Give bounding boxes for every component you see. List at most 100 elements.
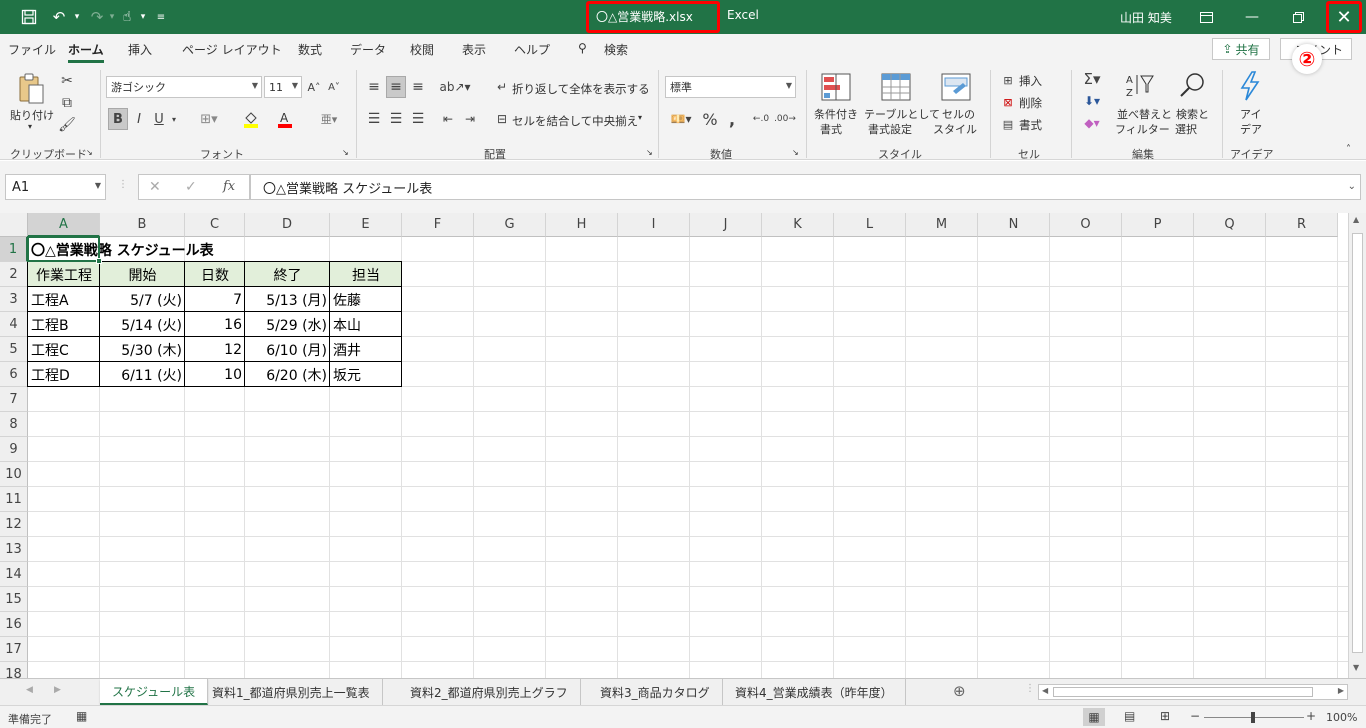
fill-icon[interactable]: ⬇▾ (1080, 92, 1104, 110)
underline-button[interactable]: U (150, 108, 168, 130)
prev-sheet-icon[interactable]: ◀ (26, 685, 33, 695)
tab-page-layout[interactable]: ページ レイアウト (182, 41, 282, 58)
row-header-7[interactable]: 7 (0, 387, 28, 412)
align-bottom-icon[interactable]: ≡ (408, 76, 428, 98)
page-layout-view-icon[interactable]: ▤ (1124, 709, 1135, 723)
column-header-n[interactable]: N (978, 213, 1050, 237)
macro-record-icon[interactable]: ▦ (76, 709, 87, 723)
scroll-down-icon[interactable]: ▼ (1353, 663, 1359, 672)
fill-handle[interactable] (96, 258, 102, 264)
search-label[interactable]: 検索 (604, 41, 628, 58)
restore-button[interactable] (1275, 0, 1321, 34)
number-launcher-icon[interactable]: ↘ (792, 148, 799, 157)
format-as-table-label-2[interactable]: 書式設定 (868, 121, 912, 137)
tab-help[interactable]: ヘルプ (514, 41, 550, 58)
column-header-g[interactable]: G (474, 213, 546, 237)
page-break-view-icon[interactable]: ⊞ (1160, 709, 1170, 723)
paste-dropdown-icon[interactable]: ▾ (28, 122, 32, 131)
increase-font-icon[interactable]: A˄ (306, 78, 322, 96)
fill-color-icon[interactable] (236, 108, 266, 130)
normal-view-icon[interactable]: ▦ (1083, 708, 1105, 726)
sheet-tab-ref2[interactable]: 資料2_都道府県別売上グラフ (398, 679, 581, 705)
conditional-format-icon[interactable] (820, 72, 852, 102)
tab-home[interactable]: ホーム (68, 41, 104, 63)
tab-file[interactable]: ファイル (8, 41, 56, 58)
decrease-font-icon[interactable]: A˅ (326, 78, 342, 96)
align-middle-icon[interactable]: ≡ (386, 76, 406, 98)
zoom-out-icon[interactable]: − (1190, 709, 1200, 723)
sheet-tab-schedule[interactable]: スケジュール表 (100, 679, 209, 705)
row-header-9[interactable]: 9 (0, 437, 28, 462)
clear-icon[interactable]: ◆▾ (1080, 114, 1104, 132)
save-icon[interactable] (14, 0, 44, 34)
enter-icon[interactable]: ✓ (185, 179, 197, 195)
bold-button[interactable]: B (108, 108, 128, 130)
font-size-combo[interactable]: 11 ▼ (264, 76, 302, 98)
sort-filter-label-1[interactable]: 並べ替えと (1117, 106, 1172, 122)
scroll-up-icon[interactable]: ▲ (1353, 215, 1359, 224)
paste-label[interactable]: 貼り付け (10, 107, 54, 123)
row-header-3[interactable]: 3 (0, 287, 28, 312)
row-header-13[interactable]: 13 (0, 537, 28, 562)
column-header-d[interactable]: D (245, 213, 330, 237)
align-left-icon[interactable]: ☰ (364, 108, 384, 130)
find-select-icon[interactable] (1176, 70, 1208, 100)
row-header-16[interactable]: 16 (0, 612, 28, 637)
clipboard-launcher-icon[interactable]: ↘ (86, 148, 93, 157)
search-icon[interactable]: ⚲ (578, 41, 587, 55)
row-header-10[interactable]: 10 (0, 462, 28, 487)
row-header-15[interactable]: 15 (0, 587, 28, 612)
vertical-scrollbar[interactable]: ▲ ▼ (1348, 213, 1366, 678)
ribbon-display-options-icon[interactable] (1183, 0, 1229, 34)
increase-indent-icon[interactable]: ⇥ (460, 108, 480, 130)
touch-mode-icon[interactable]: ☝ (116, 0, 138, 34)
next-sheet-icon[interactable]: ▶ (54, 685, 61, 695)
scroll-left-icon[interactable]: ◀ (1042, 686, 1048, 695)
ideas-label-1[interactable]: アイ (1240, 106, 1261, 122)
column-header-p[interactable]: P (1122, 213, 1194, 237)
column-header-r[interactable]: R (1266, 213, 1338, 237)
vertical-scroll-thumb[interactable] (1352, 233, 1363, 653)
select-all-corner[interactable] (0, 213, 28, 237)
touch-dropdown-icon[interactable]: ▾ (137, 0, 149, 34)
share-button[interactable]: ⇪ 共有 (1212, 38, 1270, 60)
insert-function-icon[interactable]: fx (223, 179, 235, 194)
delete-cells-icon[interactable]: ⊠ (1000, 94, 1016, 110)
format-painter-icon[interactable]: 🖌 (58, 116, 76, 134)
find-select-label-1[interactable]: 検索と (1176, 106, 1209, 122)
format-as-table-label-1[interactable]: テーブルとして (864, 106, 940, 122)
column-header-c[interactable]: C (185, 213, 245, 237)
column-header-i[interactable]: I (618, 213, 690, 237)
find-select-label-2[interactable]: 選択 (1175, 121, 1197, 137)
tab-view[interactable]: 表示 (462, 41, 486, 58)
ideas-label-2[interactable]: デア (1240, 121, 1262, 137)
tab-insert[interactable]: 挿入 (128, 41, 152, 58)
increase-decimal-icon[interactable]: ←.0 (750, 108, 772, 130)
phonetic-icon[interactable]: 亜▾ (314, 108, 344, 130)
ideas-icon[interactable] (1234, 70, 1266, 102)
format-as-table-icon[interactable] (880, 72, 912, 102)
align-right-icon[interactable]: ☰ (408, 108, 428, 130)
wrap-text-icon[interactable]: ↵ (494, 78, 510, 96)
zoom-slider-thumb[interactable] (1251, 712, 1255, 723)
column-header-m[interactable]: M (906, 213, 978, 237)
redo-icon[interactable]: ↷ (86, 0, 108, 34)
borders-icon[interactable]: ⊞▾ (194, 108, 224, 130)
add-sheet-icon[interactable]: ⊕ (953, 682, 966, 700)
expand-formula-icon[interactable]: ⌄ (1348, 181, 1356, 192)
column-header-h[interactable]: H (546, 213, 618, 237)
row-header-8[interactable]: 8 (0, 412, 28, 437)
sheet-tab-ref4[interactable]: 資料4_営業成績表（昨年度） (723, 679, 906, 705)
cell-styles-label-2[interactable]: スタイル (933, 121, 977, 137)
tab-split-icon[interactable]: ⋮ (1025, 683, 1035, 694)
percent-icon[interactable]: % (700, 108, 720, 130)
user-name[interactable]: 山田 知美 (1120, 9, 1172, 26)
formula-input[interactable]: 〇△営業戦略 スケジュール表 ⌄ (250, 174, 1361, 200)
conditional-format-label-2[interactable]: 書式 (820, 121, 842, 137)
wrap-text-button[interactable]: 折り返して全体を表示する (512, 81, 650, 97)
undo-icon[interactable]: ↶ (48, 0, 70, 34)
row-header-2[interactable]: 2 (0, 262, 28, 287)
insert-cells-icon[interactable]: ⊞ (1000, 72, 1016, 88)
accounting-format-icon[interactable]: 💴▾ (666, 108, 696, 130)
conditional-format-label-1[interactable]: 条件付き (814, 106, 858, 122)
